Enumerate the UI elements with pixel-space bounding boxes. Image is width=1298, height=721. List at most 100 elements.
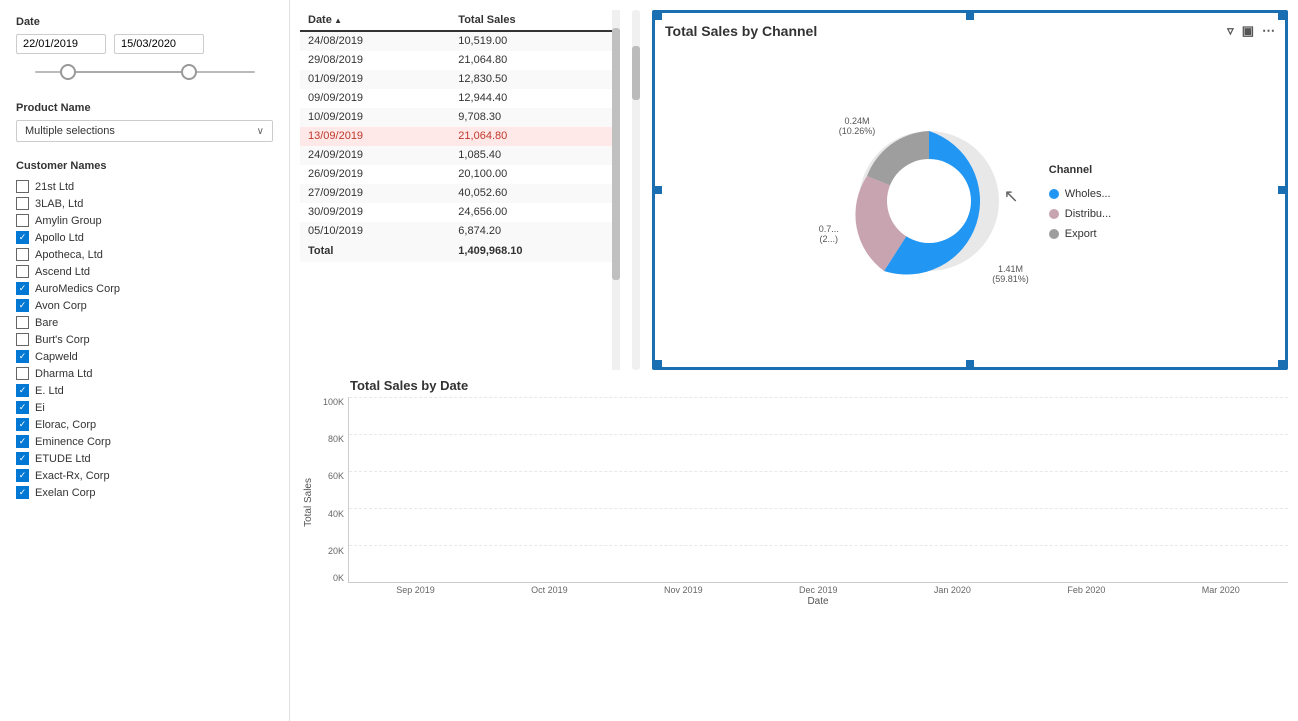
donut-chart-title: Total Sales by Channel — [665, 23, 817, 39]
customer-item[interactable]: Elorac, Corp — [16, 416, 273, 433]
customer-checkbox[interactable] — [16, 350, 29, 363]
cell-date: 13/09/2019 — [300, 127, 450, 146]
customer-name: Burt's Corp — [35, 334, 90, 346]
product-label: Product Name — [16, 102, 273, 114]
cell-sales: 21,064.80 — [450, 51, 620, 70]
cell-date: 24/08/2019 — [300, 31, 450, 51]
date-end-input[interactable] — [114, 34, 204, 54]
resize-handle-tm[interactable] — [966, 12, 974, 20]
resize-handle-br[interactable] — [1278, 360, 1286, 368]
cell-sales: 21,064.80 — [450, 127, 620, 146]
customer-checkbox[interactable] — [16, 231, 29, 244]
customer-item[interactable]: 21st Ltd — [16, 178, 273, 195]
customer-checkbox[interactable] — [16, 180, 29, 193]
customer-checkbox[interactable] — [16, 265, 29, 278]
customer-checkbox[interactable] — [16, 282, 29, 295]
customer-name: Apollo Ltd — [35, 232, 84, 244]
donut-chart-title-row: Total Sales by Channel ▿ ▣ ⋯ — [665, 23, 1275, 39]
product-filter-section: Product Name Multiple selections ∨ — [16, 102, 273, 142]
customer-item[interactable]: Avon Corp — [16, 297, 273, 314]
cell-date: 24/09/2019 — [300, 146, 450, 165]
middle-scrollbar-area — [630, 10, 642, 370]
customer-checkbox[interactable] — [16, 214, 29, 227]
product-dropdown[interactable]: Multiple selections ∨ — [16, 120, 273, 142]
table-row: 26/09/201920,100.00 — [300, 165, 620, 184]
customer-checkbox[interactable] — [16, 452, 29, 465]
cell-date: 01/09/2019 — [300, 70, 450, 89]
table-row: 01/09/201912,830.50 — [300, 70, 620, 89]
table-scrollbar[interactable] — [612, 10, 620, 370]
customer-checkbox[interactable] — [16, 367, 29, 380]
annotation-sub-2: (2...) — [819, 234, 839, 244]
customer-item[interactable]: Apotheca, Ltd — [16, 246, 273, 263]
expand-icon[interactable]: ▣ — [1242, 23, 1254, 39]
customer-item[interactable]: E. Ltd — [16, 382, 273, 399]
customer-item[interactable]: Burt's Corp — [16, 331, 273, 348]
customer-checkbox[interactable] — [16, 384, 29, 397]
slider-thumb-left[interactable] — [60, 64, 76, 80]
ytick-60k: 60K — [328, 471, 344, 481]
date-start-input[interactable] — [16, 34, 106, 54]
customer-name: 21st Ltd — [35, 181, 74, 193]
chart-legend: Channel Wholes... Distribu... Export — [1049, 164, 1111, 240]
customer-name: Capweld — [35, 351, 78, 363]
table-row: 05/10/20196,874.20 — [300, 222, 620, 241]
customer-item[interactable]: Dharma Ltd — [16, 365, 273, 382]
table-row: 30/09/201924,656.00 — [300, 203, 620, 222]
resize-handle-tr[interactable] — [1278, 12, 1286, 20]
customer-checkbox[interactable] — [16, 197, 29, 210]
resize-handle-ml[interactable] — [654, 186, 662, 194]
customer-item[interactable]: Apollo Ltd — [16, 229, 273, 246]
resize-handle-bm[interactable] — [966, 360, 974, 368]
customer-checkbox[interactable] — [16, 401, 29, 414]
customer-checkbox[interactable] — [16, 299, 29, 312]
middle-scrollbar[interactable] — [632, 10, 640, 370]
table-row: 27/09/201940,052.60 — [300, 184, 620, 203]
customer-item[interactable]: Amylin Group — [16, 212, 273, 229]
cell-sales: 40,052.60 — [450, 184, 620, 203]
y-ticks: 100K 80K 60K 40K 20K 0K — [316, 397, 348, 583]
slider-fill — [68, 71, 189, 73]
table-row: 13/09/201921,064.80 — [300, 127, 620, 146]
customer-item[interactable]: 3LAB, Ltd — [16, 195, 273, 212]
customer-item[interactable]: ETUDE Ltd — [16, 450, 273, 467]
date-slider — [16, 60, 273, 84]
product-value: Multiple selections — [25, 125, 115, 137]
x-label-dec: Dec 2019 — [799, 585, 838, 595]
customer-checkbox[interactable] — [16, 248, 29, 261]
legend-label-wholesale: Wholes... — [1065, 188, 1111, 200]
legend-label-export: Export — [1065, 228, 1097, 240]
annotation-text-1: 0.24M — [839, 116, 876, 126]
customer-item[interactable]: Eminence Corp — [16, 433, 273, 450]
slider-thumb-right[interactable] — [181, 64, 197, 80]
customer-item[interactable]: Capweld — [16, 348, 273, 365]
filter-icon[interactable]: ▿ — [1227, 23, 1234, 39]
total-value: 1,409,968.10 — [450, 241, 620, 262]
table-row: 09/09/201912,944.40 — [300, 89, 620, 108]
customer-name: Bare — [35, 317, 58, 329]
customer-item[interactable]: Exact-Rx, Corp — [16, 467, 273, 484]
customer-item[interactable]: Ascend Ltd — [16, 263, 273, 280]
more-icon[interactable]: ⋯ — [1262, 23, 1275, 39]
customer-checkbox[interactable] — [16, 469, 29, 482]
customer-checkbox[interactable] — [16, 316, 29, 329]
customer-item[interactable]: AuroMedics Corp — [16, 280, 273, 297]
customer-checkbox[interactable] — [16, 333, 29, 346]
resize-handle-tl[interactable] — [654, 12, 662, 20]
resize-handle-bl[interactable] — [654, 360, 662, 368]
col-date[interactable]: Date — [300, 10, 450, 31]
customer-name: Ei — [35, 402, 45, 414]
customer-item[interactable]: Ei — [16, 399, 273, 416]
resize-handle-mr[interactable] — [1278, 186, 1286, 194]
customer-checkbox[interactable] — [16, 418, 29, 431]
customer-checkbox[interactable] — [16, 486, 29, 499]
bar-chart-outer: Total Sales 100K 80K 60K 40K 20K 0K — [300, 397, 1288, 607]
bar-group — [1020, 397, 1154, 582]
x-axis-labels: Sep 2019 Oct 2019 Nov 2019 Dec 2019 Jan … — [348, 585, 1288, 595]
x-label-feb: Feb 2020 — [1067, 585, 1105, 595]
customer-checkbox[interactable] — [16, 435, 29, 448]
col-sales[interactable]: Total Sales — [450, 10, 620, 31]
customer-item[interactable]: Exelan Corp — [16, 484, 273, 501]
customer-item[interactable]: Bare — [16, 314, 273, 331]
bar-chart-section: Total Sales by Date Total Sales 100K 80K… — [300, 378, 1288, 721]
